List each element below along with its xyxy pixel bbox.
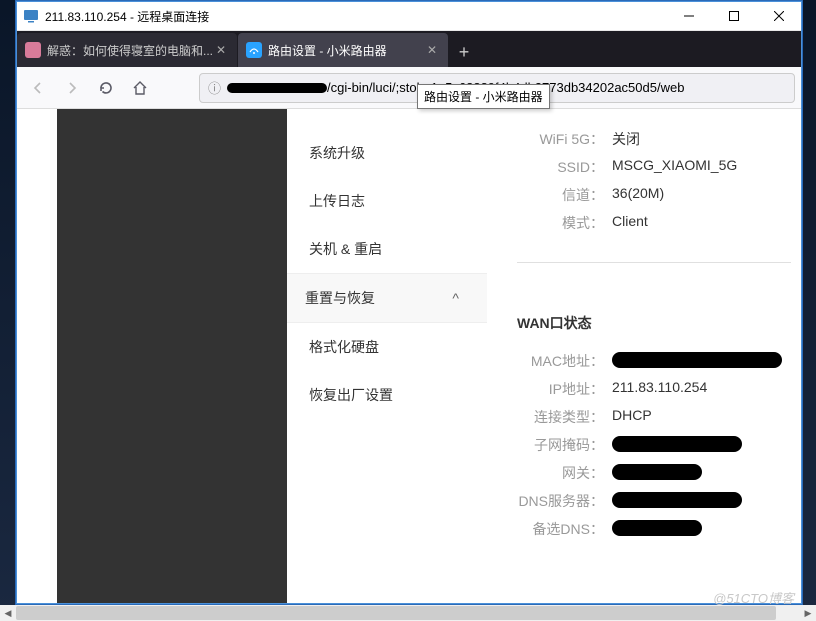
menu-section-label: 重置与恢复 (305, 288, 375, 308)
window-title: 211.83.110.254 - 远程桌面连接 (45, 8, 666, 25)
settings-menu: 系统升级 上传日志 关机 & 重启 重置与恢复 ^ 格式化硬盘 恢复出厂设置 (287, 109, 487, 603)
browser: 解惑：如何使得寝室的电脑和... ✕ 路由设置 - 小米路由器 ✕ + ⓘ 路由… (17, 31, 801, 603)
ssid-value: MSCG_XIAOMI_5G (612, 157, 737, 177)
scrollbar-thumb[interactable] (16, 606, 776, 620)
maximize-button[interactable] (711, 2, 756, 31)
tab-tooltip: 路由设置 - 小米路由器 (417, 84, 550, 109)
ip-value: 211.83.110.254 (612, 379, 707, 399)
conn-label: 连接类型： (517, 407, 612, 427)
tab-label: 解惑：如何使得寝室的电脑和... (47, 42, 213, 59)
mode-value: Client (612, 213, 648, 233)
channel-label: 信道： (517, 185, 612, 205)
wifi5g-status-value: 关闭 (612, 129, 640, 149)
conn-value: DHCP (612, 407, 652, 427)
gw-value (612, 463, 702, 483)
navbar: ⓘ (17, 67, 801, 109)
url-redacted (227, 83, 327, 93)
tab-router-settings[interactable]: 路由设置 - 小米路由器 ✕ (238, 33, 448, 67)
scroll-right-button[interactable]: ▶ (800, 605, 816, 621)
page-content: 系统升级 上传日志 关机 & 重启 重置与恢复 ^ 格式化硬盘 恢复出厂设置 W… (17, 109, 801, 603)
mac-label: MAC地址： (517, 351, 612, 371)
rdp-window: 211.83.110.254 - 远程桌面连接 解惑：如何使得寝室的电脑和...… (16, 1, 802, 604)
mode-label: 模式： (517, 213, 612, 233)
rdp-icon (23, 8, 39, 24)
gw-label: 网关： (517, 463, 612, 483)
info-panel: WiFi 5G：关闭 SSID：MSCG_XIAOMI_5G 信道：36(20M… (487, 109, 801, 603)
horizontal-scrollbar[interactable]: ◀ ▶ (0, 605, 816, 621)
wifi5g-status-label: WiFi 5G： (517, 129, 612, 149)
mac-value (612, 351, 782, 371)
ssid-label: SSID： (517, 157, 612, 177)
tab-help[interactable]: 解惑：如何使得寝室的电脑和... ✕ (17, 33, 237, 67)
left-sidebar-placeholder (57, 109, 287, 603)
info-icon[interactable]: ⓘ (208, 78, 221, 97)
minimize-button[interactable] (666, 2, 711, 31)
dns-label: DNS服务器： (517, 491, 612, 511)
menu-shutdown-reboot[interactable]: 关机 & 重启 (287, 225, 487, 273)
watermark: @51CTO博客 (713, 588, 794, 607)
menu-format-disk[interactable]: 格式化硬盘 (287, 323, 487, 371)
close-button[interactable] (756, 2, 801, 31)
close-icon[interactable]: ✕ (213, 42, 229, 58)
chevron-up-icon: ^ (452, 290, 459, 306)
dns2-value (612, 519, 702, 539)
mask-label: 子网掩码： (517, 435, 612, 455)
mask-value (612, 435, 742, 455)
menu-system-upgrade[interactable]: 系统升级 (287, 129, 487, 177)
home-button[interactable] (125, 73, 155, 103)
tab-label: 路由设置 - 小米路由器 (268, 42, 424, 59)
scroll-left-button[interactable]: ◀ (0, 605, 16, 621)
back-button[interactable] (23, 73, 53, 103)
favicon-generic (25, 42, 41, 58)
favicon-router-icon (246, 42, 262, 58)
channel-value: 36(20M) (612, 185, 664, 205)
close-icon[interactable]: ✕ (424, 42, 440, 58)
menu-section-reset[interactable]: 重置与恢复 ^ (287, 273, 487, 323)
wan-section-title: WAN口状态 (517, 303, 791, 347)
dns-value (612, 491, 742, 511)
new-tab-button[interactable]: + (449, 37, 479, 67)
menu-upload-log[interactable]: 上传日志 (287, 177, 487, 225)
reload-button[interactable] (91, 73, 121, 103)
ip-label: IP地址： (517, 379, 612, 399)
forward-button[interactable] (57, 73, 87, 103)
menu-factory-reset[interactable]: 恢复出厂设置 (287, 371, 487, 419)
titlebar: 211.83.110.254 - 远程桌面连接 (17, 2, 801, 31)
url-input[interactable] (327, 80, 786, 95)
tabstrip: 解惑：如何使得寝室的电脑和... ✕ 路由设置 - 小米路由器 ✕ + (17, 31, 801, 67)
dns2-label: 备选DNS： (517, 519, 612, 539)
